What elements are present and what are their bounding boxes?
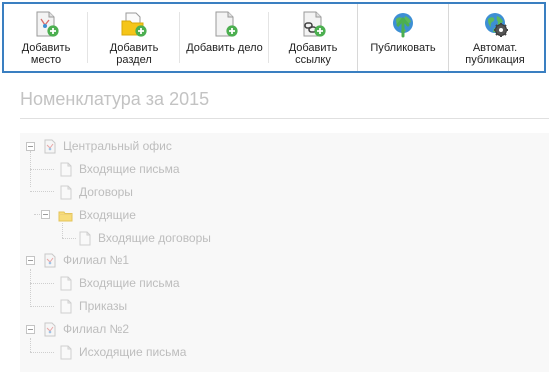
add-location-button[interactable]: Добавить место (4, 4, 88, 71)
add-link-label: Добавить ссылку (288, 42, 338, 66)
title-area: Номенклатура за 2015 (20, 89, 549, 119)
location-icon (42, 139, 57, 154)
auto-publish-button[interactable]: Автомат. публикация (449, 4, 541, 71)
tree-node-location[interactable]: Центральный офис (42, 137, 172, 155)
tree-node-label: Договоры (79, 185, 133, 199)
tree-node-case[interactable]: Приказы (58, 297, 127, 315)
publish-icon (389, 10, 417, 38)
nomenclature-tree: Центральный офис Входящие письма Договор… (20, 133, 549, 372)
add-link-icon (299, 10, 326, 37)
toolbar-group-publish: Публиковать (357, 4, 448, 71)
add-location-label: Добавить место (21, 42, 71, 66)
auto-publish-label: Автомат. публикация (465, 42, 525, 66)
folder-open-icon (58, 208, 73, 223)
collapse-icon[interactable] (26, 256, 35, 265)
toolbar-group-auto: Автомат. публикация (448, 4, 541, 71)
case-icon (77, 231, 92, 246)
tree-node-label: Филиал №2 (63, 322, 130, 336)
add-section-icon (121, 12, 147, 37)
tree-node-case[interactable]: Входящие письма (58, 160, 180, 178)
add-case-icon (211, 10, 238, 37)
case-icon (58, 299, 73, 314)
toolbar: Добавить место Добавить раздел Добавить … (2, 2, 546, 73)
toolbar-group-add: Добавить место Добавить раздел Добавить … (4, 4, 357, 71)
page-title: Номенклатура за 2015 (20, 89, 210, 109)
tree-node-label: Исходящие письма (79, 345, 187, 359)
auto-publish-icon (481, 10, 508, 37)
tree-node-label: Входящие договоры (98, 231, 211, 245)
tree-node-label: Приказы (79, 299, 128, 313)
add-location-icon (32, 10, 59, 37)
tree-node-label: Входящие (79, 208, 136, 222)
tree-node-case[interactable]: Договоры (58, 183, 133, 201)
location-icon (42, 322, 57, 337)
case-icon (58, 345, 73, 360)
tree-node-case[interactable]: Входящие письма (58, 274, 180, 292)
case-icon (58, 276, 73, 291)
tree-node-location[interactable]: Филиал №1 (42, 251, 129, 269)
add-section-label: Добавить раздел (109, 42, 159, 66)
tree-node-section[interactable]: Входящие (58, 206, 136, 224)
tree-node-label: Центральный офис (63, 139, 172, 153)
collapse-icon[interactable] (41, 210, 50, 219)
tree-node-label: Входящие письма (79, 276, 180, 290)
tree-node-location[interactable]: Филиал №2 (42, 320, 129, 338)
collapse-icon[interactable] (26, 142, 35, 151)
tree-node-label: Филиал №1 (63, 253, 130, 267)
collapse-icon[interactable] (26, 325, 35, 334)
case-icon (58, 185, 73, 200)
publish-label: Публиковать (370, 42, 436, 54)
add-link-button[interactable]: Добавить ссылку (269, 4, 357, 71)
tree-node-case[interactable]: Исходящие письма (58, 343, 186, 361)
add-case-button[interactable]: Добавить дело (180, 4, 269, 71)
publish-button[interactable]: Публиковать (358, 4, 448, 71)
add-section-button[interactable]: Добавить раздел (88, 4, 180, 71)
tree-node-case[interactable]: Входящие договоры (77, 229, 211, 247)
case-icon (58, 162, 73, 177)
tree-node-label: Входящие письма (79, 162, 180, 176)
add-case-label: Добавить дело (186, 42, 263, 54)
location-icon (42, 253, 57, 268)
